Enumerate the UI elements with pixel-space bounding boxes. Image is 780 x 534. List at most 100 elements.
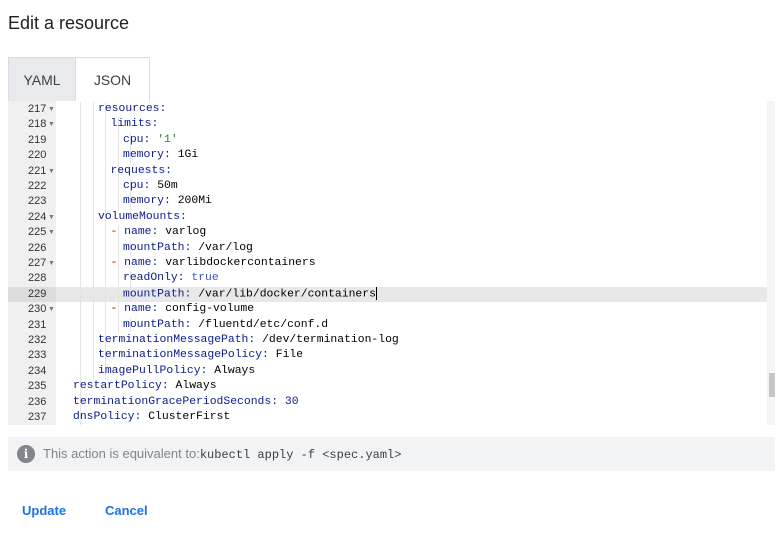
line-number: 221 ▼ — [8, 164, 56, 179]
indent-guide — [92, 179, 94, 195]
indent-guide — [117, 179, 119, 195]
code-line[interactable]: 228 readOnly: true — [8, 271, 767, 287]
code-line[interactable]: 220 memory: 1Gi — [8, 148, 767, 164]
indent-guide — [80, 148, 81, 164]
line-number: 237 — [28, 411, 47, 423]
code-line[interactable]: 235 restartPolicy: Always — [8, 379, 767, 395]
indent-guide — [92, 302, 94, 318]
indent-guide — [117, 286, 119, 303]
indent-guide — [117, 240, 119, 256]
indent-guide — [80, 132, 81, 149]
code-text: restartPolicy: Always — [73, 379, 217, 394]
line-number: 234 — [28, 364, 47, 377]
indent-guide — [105, 240, 106, 256]
code-token: Always — [175, 380, 217, 393]
fold-toggle-icon[interactable]: ▼ — [48, 117, 55, 132]
code-line[interactable]: 229 mountPath: /var/lib/docker/containers — [8, 286, 767, 303]
fold-toggle-icon[interactable]: ▼ — [48, 256, 55, 271]
indent-guide — [80, 256, 81, 272]
line-number: 233 — [28, 349, 47, 362]
code-token: - — [110, 226, 125, 239]
line-number: 236 — [28, 395, 47, 408]
code-editor[interactable]: 217 ▼ resources: 218 ▼ limits: 219 cpu: '1' 220 m… — [8, 101, 775, 425]
code-text: mountPath: /var/lib/docker/containers — [123, 286, 377, 303]
indent-guide — [92, 240, 94, 256]
indent-guide — [80, 240, 81, 256]
indent-guide — [92, 194, 94, 210]
indent-guide — [92, 333, 94, 349]
code-line[interactable]: 222 cpu: 50m — [8, 179, 767, 195]
editor-scrollbar-thumb[interactable] — [769, 373, 775, 397]
fold-toggle-icon[interactable]: ▼ — [48, 225, 55, 240]
code-token: /var/lib/docker/containers — [198, 288, 376, 301]
code-text: imagePullPolicy: Always — [98, 364, 255, 379]
tab-yaml[interactable]: YAML — [8, 57, 75, 101]
code-token: varlibdockercontainers — [165, 257, 316, 269]
code-line[interactable]: 230 ▼ - name: config-volume — [8, 302, 767, 318]
code-token: 30 — [284, 395, 299, 408]
code-text: dnsPolicy: ClusterFirst — [73, 410, 230, 425]
line-number: 219 — [28, 133, 47, 146]
code-token: 200Mi — [177, 195, 212, 208]
indent-guide — [80, 102, 81, 118]
code-token: readOnly: — [123, 272, 192, 285]
code-line[interactable]: 237 dnsPolicy: ClusterFirst — [8, 410, 767, 425]
fold-toggle-icon[interactable]: ▼ — [48, 164, 55, 179]
indent-guide — [105, 302, 106, 318]
code-token: - — [110, 257, 125, 269]
fold-toggle-icon[interactable]: ▼ — [48, 102, 55, 117]
code-token: volumeMounts: — [98, 210, 187, 223]
line-number: 224 ▼ — [8, 210, 56, 225]
code-token: name: — [124, 303, 166, 316]
code-token: imagePullPolicy: — [98, 364, 215, 377]
fold-toggle-icon[interactable]: ▼ — [48, 210, 55, 225]
indent-guide — [80, 317, 81, 333]
code-token: ClusterFirst — [148, 411, 231, 423]
tab-json[interactable]: JSON — [75, 57, 150, 101]
indent-guide — [105, 271, 106, 287]
code-token: true — [191, 272, 219, 285]
code-token: cpu: — [123, 180, 158, 192]
code-token: 1Gi — [177, 149, 199, 162]
indent-guide — [80, 117, 81, 133]
code-text: cpu: '1' — [123, 133, 178, 148]
code-token: terminationGracePeriodSeconds: — [73, 395, 285, 408]
code-line[interactable]: 226 mountPath: /var/log — [8, 240, 767, 256]
code-line[interactable]: 236 terminationGracePeriodSeconds: 30 — [8, 394, 767, 410]
indent-guide — [117, 271, 119, 287]
code-token: mountPath: — [123, 318, 199, 331]
indent-guide — [92, 363, 94, 380]
update-button[interactable]: Update — [22, 503, 66, 518]
line-number: 231 — [28, 318, 47, 331]
indent-guide — [117, 194, 119, 210]
code-text: terminationMessagePath: /dev/termination… — [98, 333, 399, 348]
code-token: resources: — [98, 103, 167, 115]
code-line[interactable]: 218 ▼ limits: — [8, 117, 767, 133]
code-line[interactable]: 227 ▼ - name: varlibdockercontainers — [8, 256, 767, 272]
line-number: 227 ▼ — [8, 256, 56, 271]
indent-guide — [80, 302, 81, 318]
indent-guide — [92, 102, 94, 118]
indent-guide — [105, 148, 106, 164]
cancel-button[interactable]: Cancel — [105, 503, 148, 518]
code-line[interactable]: 224 ▼ volumeMounts: — [8, 209, 767, 226]
code-token: /fluentd/etc/conf.d — [198, 318, 329, 331]
indent-guide — [117, 148, 119, 164]
code-line[interactable]: 221 ▼ requests: — [8, 163, 767, 179]
code-line[interactable]: 225 ▼ - name: varlog — [8, 225, 767, 241]
code-line[interactable]: 231 mountPath: /fluentd/etc/conf.d — [8, 317, 767, 333]
line-number: 230 ▼ — [8, 302, 56, 317]
code-text: memory: 200Mi — [123, 194, 212, 209]
code-line[interactable]: 233 terminationMessagePolicy: File — [8, 348, 767, 364]
editor-scrollbar[interactable] — [767, 101, 775, 425]
code-line[interactable]: 234 imagePullPolicy: Always — [8, 363, 767, 380]
code-line[interactable]: 232 terminationMessagePath: /dev/terminat… — [8, 333, 767, 349]
line-number: 228 — [28, 272, 47, 285]
fold-toggle-icon[interactable]: ▼ — [48, 302, 55, 317]
code-line[interactable]: 217 ▼ resources: — [8, 102, 767, 118]
indent-guide — [92, 209, 94, 226]
code-line[interactable]: 223 memory: 200Mi — [8, 194, 767, 210]
line-number: 218 ▼ — [8, 117, 56, 132]
code-line[interactable]: 219 cpu: '1' — [8, 132, 767, 149]
indent-guide — [80, 348, 81, 364]
